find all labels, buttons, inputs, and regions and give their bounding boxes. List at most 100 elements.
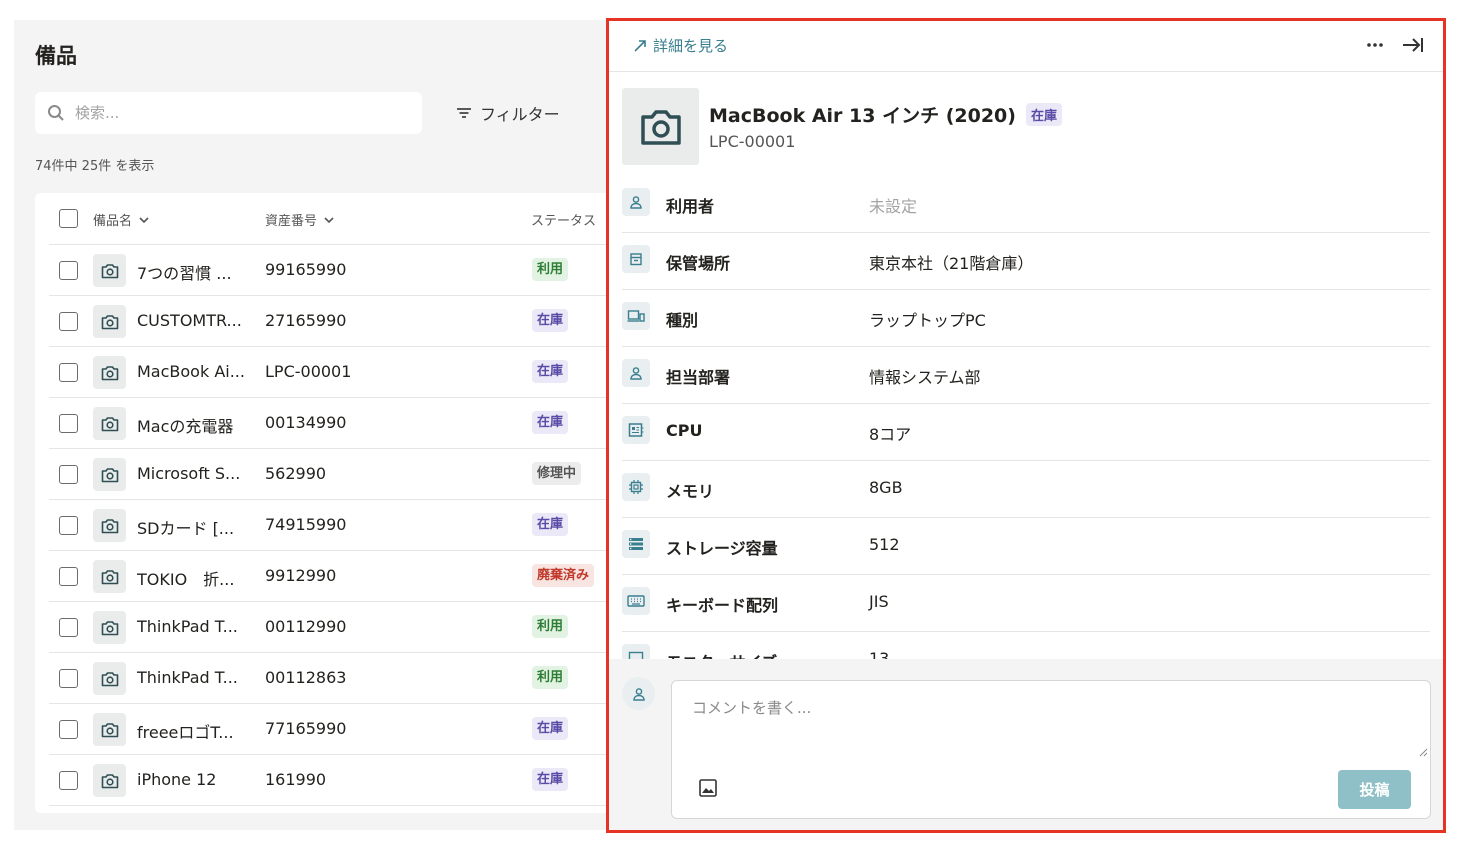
more-options-button[interactable] — [1365, 35, 1385, 59]
comment-input[interactable] — [672, 681, 1430, 761]
storage-icon — [629, 538, 643, 550]
page-title: 備品 — [35, 44, 77, 68]
row-checkbox[interactable] — [59, 312, 78, 331]
view-details-link[interactable]: 詳細を見る — [633, 35, 728, 56]
row-checkbox[interactable] — [59, 261, 78, 280]
row-thumbnail — [93, 254, 126, 287]
row-name[interactable]: TOKIO 折... — [137, 566, 234, 590]
row-name[interactable]: MacBook Ai... — [137, 362, 245, 381]
camera-icon — [101, 314, 118, 329]
row-checkbox[interactable] — [59, 516, 78, 535]
property-value[interactable]: 8コア — [869, 421, 911, 445]
row-thumbnail — [93, 407, 126, 440]
status-badge: 利用 — [532, 258, 569, 281]
table-row[interactable]: TOKIO 折... 9912990 廃棄済み — [49, 551, 609, 602]
filter-label: フィルター — [480, 105, 560, 124]
table-row[interactable]: ThinkPad T... 00112863 利用 — [49, 653, 609, 704]
property-row[interactable]: CPU 8コア — [622, 404, 1430, 461]
comment-box: 投稿 — [671, 680, 1431, 819]
row-thumbnail — [93, 764, 126, 797]
property-row[interactable]: キーボード配列 JIS — [622, 575, 1430, 632]
result-count: 74件中 25件 を表示 — [35, 159, 155, 174]
property-row[interactable]: ストレージ容量 512 — [622, 518, 1430, 575]
property-row[interactable]: 担当部署 情報システム部 — [622, 347, 1430, 404]
camera-icon — [101, 263, 118, 278]
row-name[interactable]: CUSTOMTR... — [137, 311, 242, 330]
property-value[interactable]: JIS — [869, 592, 889, 611]
row-asset-no: 74915990 — [265, 515, 347, 534]
row-checkbox[interactable] — [59, 414, 78, 433]
row-checkbox[interactable] — [59, 618, 78, 637]
filter-icon — [457, 108, 471, 118]
table-row[interactable]: iPhone 12 161990 在庫 — [49, 755, 609, 806]
row-checkbox[interactable] — [59, 363, 78, 382]
row-name[interactable]: 7つの習慣 ... — [137, 260, 232, 284]
row-name[interactable]: iPhone 12 — [137, 770, 216, 789]
keyboard-icon — [627, 595, 645, 607]
property-value[interactable]: 東京本社（21階倉庫） — [869, 250, 1033, 274]
row-name[interactable]: Macの充電器 — [137, 413, 233, 437]
row-name[interactable]: freeeロゴT... — [137, 719, 234, 743]
asset-title-text: MacBook Air 13 インチ (2020) — [709, 105, 1016, 127]
more-horizontal-icon — [1367, 43, 1383, 47]
chevron-down-icon — [324, 216, 334, 223]
table-row[interactable]: 7つの習慣 ... 99165990 利用 — [49, 245, 609, 296]
view-details-label: 詳細を見る — [653, 37, 729, 55]
table-row[interactable]: ThinkPad T... 00112990 利用 — [49, 602, 609, 653]
camera-icon — [101, 518, 118, 533]
detail-panel: 詳細を見る MacBook Air 13 インチ (2020) 在庫 LPC-0… — [606, 18, 1446, 833]
row-checkbox[interactable] — [59, 465, 78, 484]
row-checkbox[interactable] — [59, 567, 78, 586]
property-row[interactable]: 種別 ラップトップPC — [622, 290, 1430, 347]
row-name[interactable]: SDカード [... — [137, 515, 234, 539]
close-panel-button[interactable] — [1401, 34, 1425, 60]
resize-handle-icon[interactable] — [1418, 747, 1428, 757]
property-row[interactable]: 利用者 未設定 — [622, 176, 1430, 233]
property-value[interactable]: 512 — [869, 535, 900, 554]
row-name[interactable]: ThinkPad T... — [137, 668, 238, 687]
column-name-label: 備品名 — [93, 214, 133, 229]
row-asset-no: LPC-00001 — [265, 362, 352, 381]
select-all-checkbox[interactable] — [59, 209, 78, 228]
column-header-name[interactable]: 備品名 — [93, 210, 150, 229]
table-row[interactable]: SDカード [... 74915990 在庫 — [49, 500, 609, 551]
camera-icon — [101, 773, 118, 788]
column-header-status[interactable]: ステータス — [531, 210, 596, 229]
table-row[interactable]: Macの充電器 00134990 在庫 — [49, 398, 609, 449]
property-value[interactable]: 情報システム部 — [869, 364, 981, 388]
camera-icon — [101, 365, 118, 380]
search-box[interactable] — [35, 92, 422, 134]
property-label: モニターサイズ — [666, 649, 777, 659]
row-name[interactable]: ThinkPad T... — [137, 617, 238, 636]
search-input[interactable] — [75, 104, 375, 122]
table-row[interactable]: MacBook Ai... LPC-00001 在庫 — [49, 347, 609, 398]
property-row[interactable]: メモリ 8GB — [622, 461, 1430, 518]
row-checkbox[interactable] — [59, 771, 78, 790]
table-row[interactable]: CUSTOMTR... 27165990 在庫 — [49, 296, 609, 347]
row-name[interactable]: Microsoft S... — [137, 464, 240, 483]
attach-image-button[interactable] — [698, 778, 718, 802]
property-value[interactable]: ラップトップPC — [869, 307, 986, 331]
status-badge: 在庫 — [532, 717, 569, 740]
property-row[interactable]: モニターサイズ 13 — [622, 632, 1430, 659]
row-thumbnail — [93, 560, 126, 593]
status-badge: 在庫 — [532, 360, 569, 383]
row-checkbox[interactable] — [59, 669, 78, 688]
table-row[interactable]: Microsoft S... 562990 修理中 — [49, 449, 609, 500]
row-checkbox[interactable] — [59, 720, 78, 739]
post-button[interactable]: 投稿 — [1338, 770, 1411, 809]
asset-image[interactable] — [622, 88, 699, 165]
table-row[interactable]: freeeロゴT... 77165990 在庫 — [49, 704, 609, 755]
property-value[interactable]: 13 — [869, 649, 889, 659]
row-asset-no: 161990 — [265, 770, 327, 789]
status-badge: 在庫 — [1025, 103, 1062, 126]
column-header-asset-no[interactable]: 資産番号 — [265, 210, 335, 229]
row-asset-no: 562990 — [265, 464, 327, 483]
property-icon — [622, 302, 650, 330]
camera-icon — [101, 620, 118, 635]
property-value[interactable]: 8GB — [869, 478, 903, 497]
property-value[interactable]: 未設定 — [869, 193, 917, 217]
filter-button[interactable]: フィルター — [456, 100, 560, 126]
property-row[interactable]: 保管場所 東京本社（21階倉庫） — [622, 233, 1430, 290]
camera-icon — [101, 722, 118, 737]
